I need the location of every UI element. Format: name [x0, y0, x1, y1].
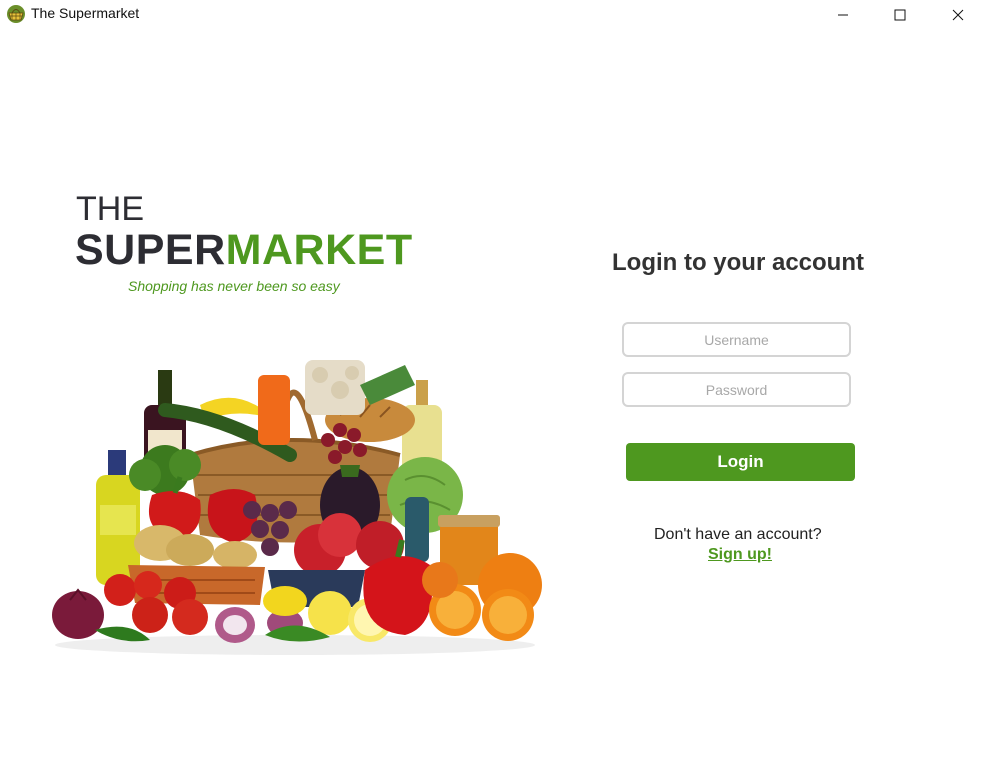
maximize-button[interactable] [877, 0, 923, 30]
logo-supermarket: SUPERMARKET [75, 226, 413, 275]
logo-super-text: SUPER [75, 226, 226, 274]
password-input[interactable] [622, 372, 851, 407]
grocery-produce-basket-image [52, 360, 542, 655]
brand-tagline: Shopping has never been so easy [128, 278, 340, 294]
no-account-text: Don't have an account? [654, 526, 822, 543]
maximize-icon [894, 9, 906, 21]
logo-line-the: THE [76, 190, 144, 228]
logo-market-text: MARKET [225, 226, 413, 274]
window-title: The Supermarket [31, 5, 140, 21]
close-icon [952, 9, 964, 21]
close-button[interactable] [935, 0, 981, 30]
signup-link[interactable]: Sign up! [708, 546, 772, 564]
window-titlebar: The Supermarket [0, 0, 986, 30]
login-heading: Login to your account [612, 249, 864, 276]
basket-icon [7, 5, 25, 23]
minimize-button[interactable] [820, 0, 866, 30]
username-input[interactable] [622, 322, 851, 357]
login-button[interactable]: Login [626, 443, 855, 481]
minimize-icon [838, 14, 848, 16]
